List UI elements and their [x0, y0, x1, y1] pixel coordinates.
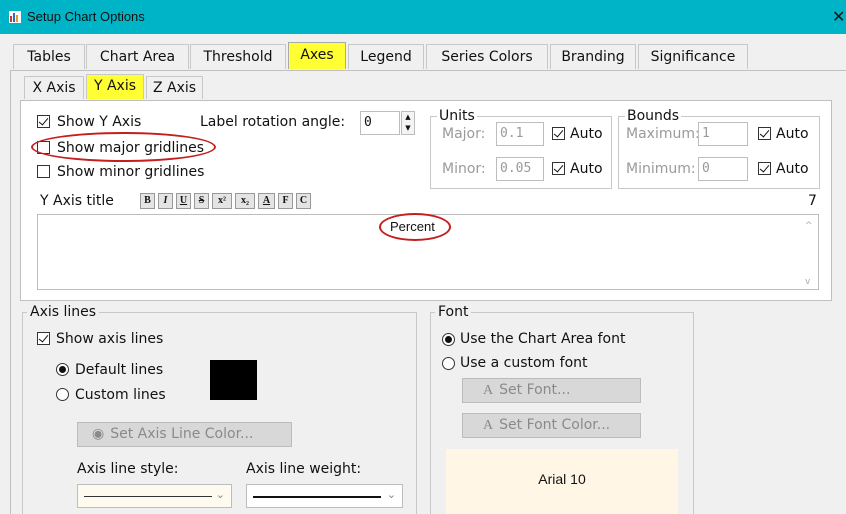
close-icon[interactable]: ✕	[832, 7, 845, 26]
tab-series-colors[interactable]: Series Colors	[426, 44, 548, 69]
show-y-axis-checkbox[interactable]	[37, 115, 50, 128]
minimum-auto-label: Auto	[776, 161, 809, 177]
custom-lines-label: Custom lines	[75, 387, 166, 403]
scroll-down-icon[interactable]: v	[805, 277, 810, 287]
bounds-legend: Bounds	[625, 108, 682, 124]
major-input[interactable]: 0.1	[496, 122, 544, 146]
tab-chart-area[interactable]: Chart Area	[86, 44, 189, 69]
line-weight-preview	[253, 496, 381, 498]
minor-input[interactable]: 0.05	[496, 157, 544, 181]
tab-z-axis[interactable]: Z Axis	[146, 76, 203, 99]
minimum-input[interactable]: 0	[698, 157, 748, 181]
default-lines-radio[interactable]	[56, 363, 69, 376]
line-style-preview	[84, 496, 212, 497]
rotation-spinner[interactable]: ▲ ▼	[401, 111, 415, 135]
tab-strip-divider	[10, 70, 846, 71]
minor-auto-checkbox[interactable]	[552, 162, 565, 175]
tab-threshold[interactable]: Threshold	[190, 44, 286, 69]
set-axis-line-color-button[interactable]: ◉ Set Axis Line Color...	[77, 422, 292, 447]
tab-x-axis[interactable]: X Axis	[24, 76, 84, 99]
chart-app-icon	[9, 11, 21, 23]
font-color-icon: A	[483, 418, 494, 433]
show-minor-gridlines-checkbox[interactable]	[37, 165, 50, 178]
label-rotation-label: Label rotation angle:	[200, 114, 346, 130]
major-label: Major:	[442, 126, 486, 142]
label-rotation-input[interactable]: 0	[360, 111, 400, 135]
bold-button[interactable]: B	[140, 193, 155, 209]
subscript-button[interactable]: x₂	[235, 193, 255, 209]
use-chart-font-radio[interactable]	[442, 333, 455, 346]
clear-format-button[interactable]: C	[296, 193, 311, 209]
italic-button[interactable]: I	[158, 193, 173, 209]
set-font-color-button[interactable]: A Set Font Color...	[462, 413, 641, 438]
axis-line-weight-label: Axis line weight:	[246, 461, 362, 477]
paint-bucket-icon: ◉	[92, 426, 105, 442]
show-axis-lines-label: Show axis lines	[56, 331, 164, 347]
tab-legend[interactable]: Legend	[348, 44, 424, 69]
units-legend: Units	[437, 108, 477, 124]
tab-axes[interactable]: Axes	[288, 42, 346, 69]
default-lines-label: Default lines	[75, 362, 164, 378]
maximum-label: Maximum:	[626, 126, 700, 142]
annotation-ring	[31, 132, 216, 162]
underline-button[interactable]: U	[176, 193, 191, 209]
show-axis-lines-checkbox[interactable]	[37, 332, 50, 345]
title-char-count: 7	[808, 193, 817, 209]
font-button[interactable]: F	[278, 193, 293, 209]
annotation-ring	[379, 213, 451, 241]
font-preview: Arial 10	[446, 449, 678, 514]
window-title: Setup Chart Options	[27, 9, 145, 24]
minor-auto-label: Auto	[570, 161, 603, 177]
maximum-auto-checkbox[interactable]	[758, 127, 771, 140]
strikethrough-button[interactable]: S	[194, 193, 209, 209]
tab-tables[interactable]: Tables	[13, 44, 85, 69]
major-auto-label: Auto	[570, 126, 603, 142]
use-custom-font-label: Use a custom font	[460, 355, 588, 371]
set-font-button[interactable]: A Set Font...	[462, 378, 641, 403]
minimum-label: Minimum:	[626, 161, 696, 177]
tab-branding[interactable]: Branding	[550, 44, 636, 69]
maximum-auto-label: Auto	[776, 126, 809, 142]
set-axis-line-color-label: Set Axis Line Color...	[110, 426, 254, 442]
frame-border	[10, 70, 11, 514]
set-font-label: Set Font...	[499, 382, 571, 398]
custom-lines-radio[interactable]	[56, 388, 69, 401]
scroll-up-icon[interactable]: ^	[805, 221, 813, 231]
major-auto-checkbox[interactable]	[552, 127, 565, 140]
show-minor-gridlines-label: Show minor gridlines	[57, 164, 205, 180]
show-y-axis-label: Show Y Axis	[57, 114, 142, 130]
axis-line-weight-select[interactable]: ⌄	[246, 484, 403, 508]
font-icon: A	[483, 383, 494, 398]
chevron-down-icon: ⌄	[215, 488, 225, 501]
set-font-color-label: Set Font Color...	[499, 417, 611, 433]
axis-lines-legend: Axis lines	[27, 304, 100, 320]
axis-line-color-swatch	[210, 360, 257, 400]
font-legend: Font	[435, 304, 472, 320]
minimum-auto-checkbox[interactable]	[758, 162, 771, 175]
font-color-button[interactable]: A	[258, 193, 275, 209]
minor-label: Minor:	[442, 161, 486, 177]
tab-y-axis[interactable]: Y Axis	[86, 74, 144, 99]
use-chart-font-label: Use the Chart Area font	[460, 331, 626, 347]
chevron-down-icon: ⌄	[386, 488, 396, 501]
superscript-button[interactable]: x²	[212, 193, 232, 209]
use-custom-font-radio[interactable]	[442, 357, 455, 370]
axis-line-style-select[interactable]: ⌄	[77, 484, 232, 508]
y-axis-title-label: Y Axis title	[40, 193, 114, 209]
axis-line-style-label: Axis line style:	[77, 461, 179, 477]
maximum-input[interactable]: 1	[698, 122, 748, 146]
tab-significance[interactable]: Significance	[638, 44, 748, 69]
